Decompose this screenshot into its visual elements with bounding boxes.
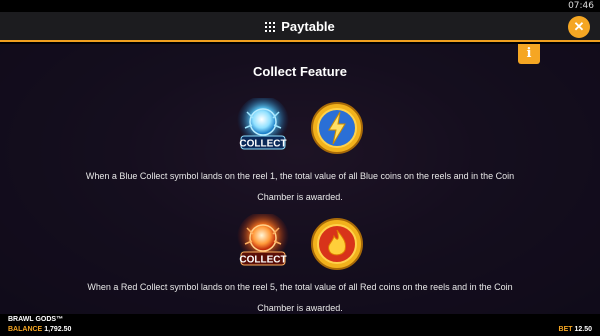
balance-label: BALANCE (8, 326, 43, 333)
balance-display: BALANCE 1,792.50 (8, 326, 71, 333)
clock: 07:46 (568, 1, 594, 11)
fire-coin-icon (311, 218, 363, 270)
bet-display: BET 12.50 (559, 326, 592, 333)
close-button[interactable]: ✕ (568, 16, 590, 38)
blue-collect-symbol-label: COLLECT (239, 139, 286, 150)
game-name: BRAWL GODS™ (8, 316, 64, 323)
close-icon: ✕ (573, 19, 585, 34)
bet-value: 12.50 (574, 326, 592, 333)
red-collect-description: When a Red Collect symbol lands on the r… (87, 282, 513, 313)
bet-label: BET (558, 326, 573, 333)
paytable-header: Paytable (0, 12, 600, 42)
game-footer: BRAWL GODS™ BALANCE 1,792.50 BET 12.50 (0, 314, 600, 336)
lightning-coin-icon (311, 102, 363, 154)
red-collect-row: COLLECT (0, 214, 600, 274)
section-title: Collect Feature (253, 64, 347, 79)
red-collect-symbol-label: COLLECT (239, 255, 286, 266)
red-collect-symbol-icon: COLLECT (237, 214, 289, 266)
page-title-text: Paytable (281, 19, 335, 34)
status-bar: 07:46 (0, 0, 600, 12)
blue-collect-symbol-icon: COLLECT (237, 98, 289, 150)
grid-icon (265, 22, 276, 32)
blue-collect-description: When a Blue Collect symbol lands on the … (85, 171, 515, 202)
paytable-content: Collect Feature COLLECT When a Blue Coll… (0, 44, 600, 314)
page-title: Paytable (0, 19, 600, 34)
blue-collect-row: COLLECT (0, 98, 600, 158)
balance-value: 1,792.50 (44, 326, 72, 333)
